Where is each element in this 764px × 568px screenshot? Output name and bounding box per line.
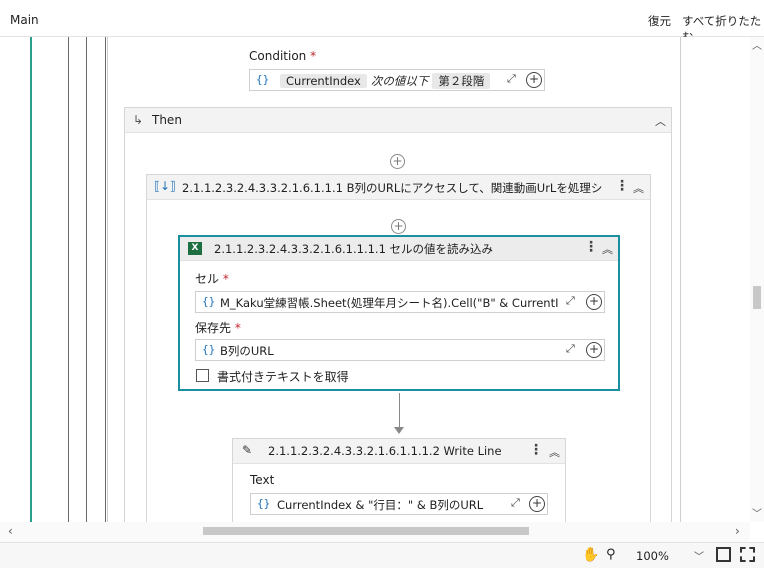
condition-field[interactable]: {} CurrentIndex 次の値以下 第２段階 ⤢ + [249,69,545,91]
read-cell-activity[interactable]: X 2.1.1.2.3.2.4.3.3.2.1.6.1.1.1.1 セルの値を読… [178,235,620,391]
expression-icon: {} [202,295,216,308]
status-bar: ✋ ⚲ 100% ﹀ [0,542,764,568]
add-activity-icon[interactable]: + [390,154,405,169]
expand-icon[interactable]: ⤢ [566,342,575,356]
designer-header: Main 復元 すべて折りたたむ [0,0,764,44]
vertical-scroll-thumb[interactable] [753,286,761,309]
connector-line [399,393,400,431]
collapse-chevron-icon[interactable]: ︽ [633,180,644,196]
sequence-icon: ⟦↓⟧ [154,179,176,193]
nesting-line [105,37,106,522]
expression-icon: {} [202,343,216,356]
designer-canvas[interactable]: Condition * {} CurrentIndex 次の値以下 第２段階 ⤢ +… [0,37,750,522]
horizontal-scroll-thumb[interactable] [203,527,529,535]
expression-icon: {} [257,497,271,510]
save-to-label: 保存先 * [195,321,241,335]
text-field[interactable]: {} CurrentIndex & "行目：" & B列のURL ⤢ + [250,493,548,515]
add-icon[interactable]: + [529,496,545,512]
rich-text-checkbox[interactable] [196,369,209,382]
more-options-icon[interactable]: ⋮ [584,239,598,255]
sequence-title: 2.1.1.2.3.2.4.3.3.2.1.6.1.1.1 B列のURLにアクセ… [182,181,602,195]
scroll-right-icon[interactable]: › [735,524,740,538]
expression-icon: {} [256,73,270,86]
cell-field[interactable]: {} M_Kaku堂練習帳.Sheet(処理年月シート名).Cell("B" &… [195,291,605,313]
sequence-header: ⟦↓⟧ 2.1.1.2.3.2.4.3.3.2.1.6.1.1.1 B列のURL… [147,175,650,200]
then-branch[interactable]: ↳ Then ︿ + ⟦↓⟧ 2.1.1.2.3.2.4.3.3.2.1.6.1… [124,107,672,522]
save-to-field[interactable]: {} B列のURL ⤢ + [195,339,605,361]
condition-label: Condition * [249,49,317,63]
restore-link[interactable]: 復元 [648,13,671,29]
rich-text-label: 書式付きテキストを取得 [217,370,349,384]
condition-right-token: 第２段階 [432,73,491,89]
write-line-activity[interactable]: ✎ 2.1.1.2.3.2.4.3.3.2.1.6.1.1.1.2 Write … [232,438,566,522]
scroll-left-icon[interactable]: ‹ [8,524,13,538]
expand-icon[interactable]: ⤢ [507,72,516,86]
condition-operator: 次の値以下 [370,74,429,88]
connector-arrow-icon [394,427,404,434]
expand-icon[interactable]: ⤢ [566,294,575,308]
scroll-down-icon[interactable]: ﹀ [752,505,762,520]
add-activity-icon[interactable]: + [391,219,406,234]
horizontal-scrollbar[interactable]: ‹ › [0,522,750,542]
then-arrow-icon: ↳ [133,113,144,127]
more-options-icon[interactable]: ⋮ [529,442,543,458]
add-icon[interactable]: + [586,342,602,358]
then-header: ↳ Then ︿ [125,108,671,133]
condition-left-token: CurrentIndex [280,74,367,88]
zoom-level[interactable]: 100% [636,549,669,563]
text-label: Text [250,473,275,487]
scroll-up-icon[interactable]: ︿ [752,37,762,52]
hand-pan-icon[interactable]: ✋ [582,547,599,563]
collapse-chevron-icon[interactable]: ︽ [602,241,613,257]
collapse-chevron-icon[interactable]: ︽ [549,444,560,460]
zoom-dropdown-icon[interactable]: ﹀ [694,548,704,563]
workflow-title: Main [10,13,39,27]
add-icon[interactable]: + [586,294,602,310]
nesting-line [68,37,69,522]
add-icon[interactable]: + [526,72,542,88]
expand-icon[interactable]: ⤢ [511,496,520,510]
cell-label: セル * [195,272,229,286]
write-line-icon: ✎ [242,443,253,457]
if-activity[interactable]: Condition * {} CurrentIndex 次の値以下 第２段階 ⤢ +… [107,37,681,522]
magnifier-icon[interactable]: ⚲ [606,547,616,562]
excel-icon: X [188,242,202,255]
write-line-header: ✎ 2.1.1.2.3.2.4.3.3.2.1.6.1.1.1.2 Write … [233,439,565,464]
collapse-chevron-icon[interactable]: ︿ [655,113,666,129]
write-line-title: 2.1.1.2.3.2.4.3.3.2.1.6.1.1.1.2 Write Li… [268,444,502,458]
nesting-line [30,37,32,522]
nesting-line [86,37,87,522]
read-cell-header: X 2.1.1.2.3.2.4.3.3.2.1.6.1.1.1.1 セルの値を読… [180,237,618,261]
read-cell-title: 2.1.1.2.3.2.4.3.3.2.1.6.1.1.1.1 セルの値を読み込… [214,242,494,256]
then-label: Then [152,113,182,127]
fit-to-screen-icon[interactable] [716,547,731,562]
more-options-icon[interactable]: ⋮ [615,178,629,194]
overview-icon[interactable] [740,547,755,562]
sequence-activity[interactable]: ⟦↓⟧ 2.1.1.2.3.2.4.3.3.2.1.6.1.1.1 B列のURL… [146,174,651,522]
vertical-scrollbar[interactable]: ︿ ﹀ [750,37,764,522]
